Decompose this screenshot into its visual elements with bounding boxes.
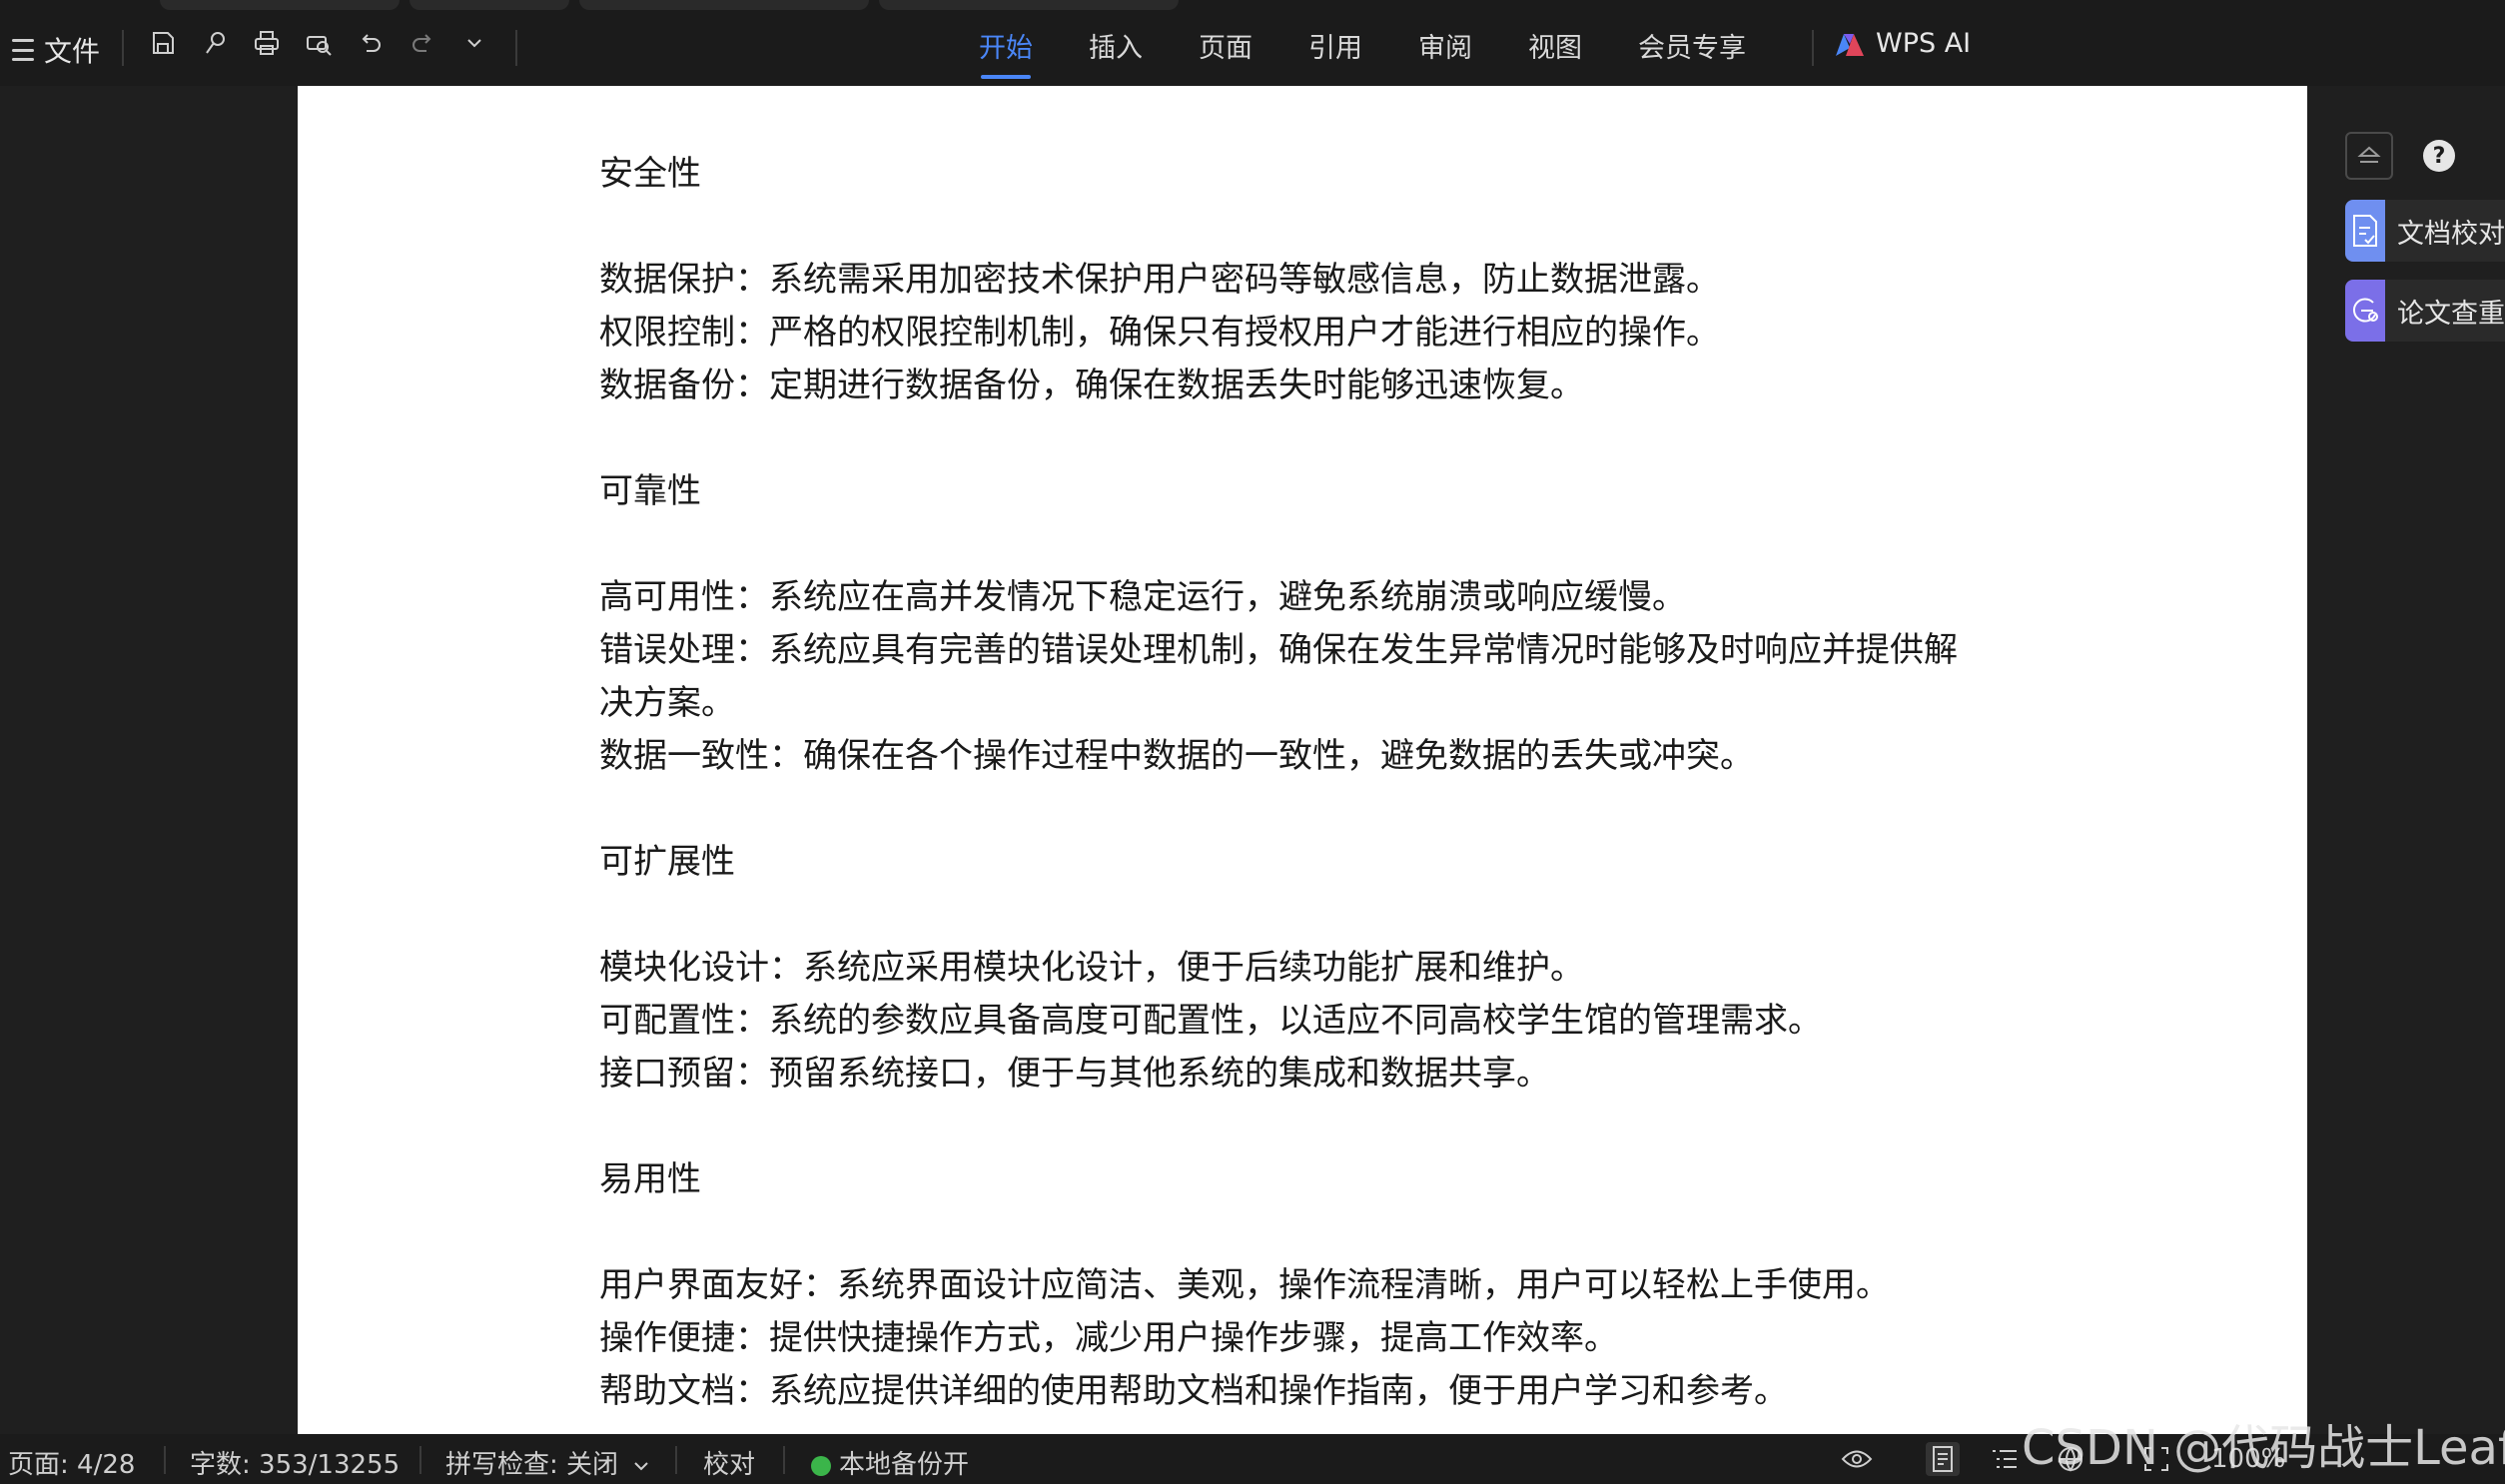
document-paragraph: 操作便捷：提供快捷操作方式，减少用户操作步骤，提高工作效率。	[599, 1318, 1618, 1358]
quick-access-toolbar	[148, 28, 489, 58]
csdn-watermark: CSDN @代码战士Leaf	[2022, 1420, 2505, 1476]
status-divider	[419, 1446, 421, 1474]
toolbar-divider	[1812, 30, 1814, 66]
file-menu-button[interactable]: 文件	[12, 30, 100, 70]
doc-tab[interactable]	[879, 0, 1179, 10]
doc-check-button[interactable]: 文档校对	[2345, 200, 2505, 262]
tab-home[interactable]: 开始	[979, 26, 1033, 79]
ribbon-tabs: 开始 插入 页面 引用 审阅 视图 会员专享	[979, 26, 1746, 79]
outline-icon[interactable]	[1988, 1442, 2022, 1476]
document-paragraph: 可扩展性	[599, 842, 735, 882]
document-paragraph: 高可用性：系统应在高并发情况下稳定运行，避免系统崩溃或响应缓慢。	[599, 577, 1686, 617]
menu-icon	[12, 39, 34, 61]
doc-tab[interactable]	[579, 0, 869, 10]
panel-collapse-button[interactable]	[2345, 132, 2393, 180]
toolbar-divider	[515, 30, 517, 66]
file-menu-label: 文件	[44, 35, 101, 68]
wps-window: 文件 开始 插入 页面 引用 审阅 视图 会员专享 WPS AI 安全性 数据保…	[0, 0, 2505, 1484]
document-paragraph: 安全性	[599, 154, 701, 194]
document-paragraph: 模块化设计：系统应采用模块化设计，便于后续功能扩展和维护。	[599, 948, 1584, 988]
wps-ai-button[interactable]: WPS AI	[1834, 28, 1971, 59]
toolbar-divider	[122, 30, 124, 66]
document-paragraph: 错误处理：系统应具有完善的错误处理机制，确保在发生异常情况时能够及时响应并提供解	[599, 630, 1958, 670]
spell-check-toggle[interactable]: 拼写检查: 关闭	[445, 1444, 650, 1481]
tab-review[interactable]: 审阅	[1418, 26, 1472, 75]
chevron-down-icon	[634, 1462, 649, 1471]
redo-icon[interactable]	[408, 28, 437, 58]
more-chevron-icon[interactable]	[459, 28, 489, 58]
wps-ai-logo-icon	[1836, 33, 1864, 56]
document-paragraph: 数据保护：系统需采用加密技术保护用户密码等敏感信息，防止数据泄露。	[599, 260, 1720, 300]
collapse-icon	[2357, 146, 2381, 163]
wps-ai-label: WPS AI	[1876, 28, 1972, 59]
help-icon[interactable]: ?	[2423, 140, 2455, 172]
tab-page[interactable]: 页面	[1199, 26, 1252, 75]
document-paragraph: 帮助文档：系统应提供详细的使用帮助文档和操作指南，便于用户学习和参考。	[599, 1371, 1788, 1411]
tab-member[interactable]: 会员专享	[1638, 26, 1746, 75]
word-count[interactable]: 字数: 353/13255	[190, 1444, 400, 1481]
document-tab-strip	[150, 0, 1648, 10]
document-paragraph: 可配置性：系统的参数应具备高度可配置性，以适应不同高校学生馆的管理需求。	[599, 1001, 1822, 1041]
doc-check-icon	[2345, 200, 2385, 262]
document-paragraph: 权限控制：严格的权限控制机制，确保只有授权用户才能进行相应的操作。	[599, 313, 1720, 353]
doc-check-label: 文档校对	[2397, 218, 2505, 250]
document-paragraph: 接口预留：预留系统接口，便于与其他系统的集成和数据共享。	[599, 1054, 1550, 1094]
status-divider	[783, 1446, 785, 1474]
eye-icon[interactable]	[1840, 1442, 1874, 1476]
plagiarism-check-button[interactable]: 论文查重	[2345, 280, 2505, 342]
document-paragraph: 用户界面友好：系统界面设计应简洁、美观，操作流程清晰，用户可以轻松上手使用。	[599, 1265, 1890, 1305]
tab-references[interactable]: 引用	[1308, 26, 1362, 75]
doc-tab[interactable]	[160, 0, 400, 10]
doc-tab[interactable]	[410, 0, 569, 10]
print-preview-icon[interactable]	[304, 28, 334, 58]
document-body[interactable]: 安全性数据保护：系统需采用加密技术保护用户密码等敏感信息，防止数据泄露。 权限控制…	[599, 148, 2018, 1418]
top-toolbar: 文件 开始 插入 页面 引用 审阅 视图 会员专享 WPS AI	[0, 0, 2505, 86]
backup-label: 本地备份开	[839, 1450, 970, 1480]
document-paragraph: 数据一致性：确保在各个操作过程中数据的一致性，避免数据的丢失或冲突。	[599, 736, 1754, 776]
plagiarism-check-label: 论文查重	[2397, 298, 2505, 330]
document-paragraph: 可靠性	[599, 471, 701, 511]
format-painter-icon[interactable]	[200, 28, 230, 58]
document-paragraph: 数据备份：定期进行数据备份，确保在数据丢失时能够迅速恢复。	[599, 366, 1584, 405]
tab-view[interactable]: 视图	[1528, 26, 1582, 75]
proofread-button[interactable]: 校对	[703, 1444, 755, 1481]
undo-icon[interactable]	[356, 28, 386, 58]
plagiarism-check-icon	[2345, 280, 2385, 342]
page-indicator[interactable]: 页面: 4/28	[8, 1444, 135, 1481]
document-paragraph: 易用性	[599, 1159, 701, 1199]
status-divider	[675, 1446, 677, 1474]
print-icon[interactable]	[252, 28, 282, 58]
tab-insert[interactable]: 插入	[1089, 26, 1143, 75]
backup-status-dot	[811, 1456, 831, 1476]
spell-check-label: 拼写检查: 关闭	[445, 1450, 619, 1480]
document-page[interactable]: 安全性数据保护：系统需采用加密技术保护用户密码等敏感信息，防止数据泄露。 权限控制…	[298, 86, 2307, 1434]
save-icon[interactable]	[148, 28, 178, 58]
page-view-icon[interactable]	[1926, 1442, 1960, 1476]
document-paragraph: 决方案。	[599, 683, 735, 723]
local-backup-status[interactable]: 本地备份开	[811, 1444, 969, 1481]
status-divider	[164, 1446, 166, 1474]
